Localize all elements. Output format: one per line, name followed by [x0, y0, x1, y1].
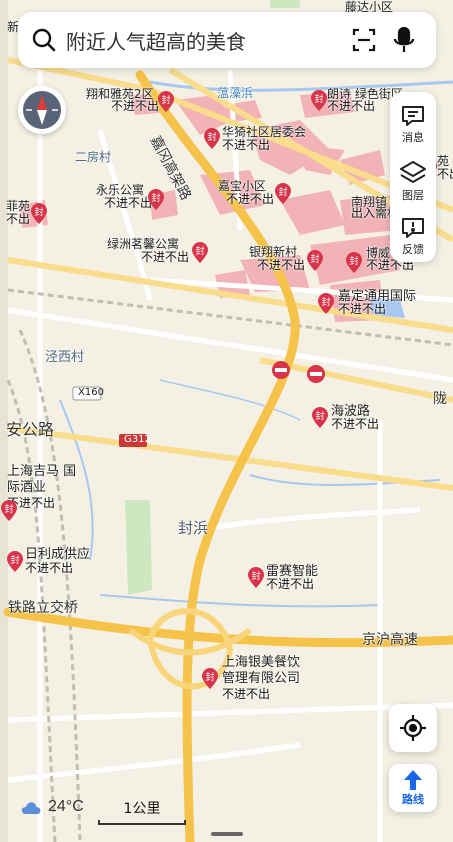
poi-status: 不进不出	[338, 302, 387, 316]
lockdown-pin-icon[interactable]: 封	[30, 203, 48, 225]
layers-button[interactable]: 图层	[390, 152, 436, 204]
message-icon	[402, 106, 424, 126]
lockdown-pin-icon[interactable]: 封	[345, 252, 363, 274]
water-label-yuanzaobang: 蕰藻浜	[217, 86, 254, 100]
poi-status: 不进不出	[222, 138, 271, 152]
poi-status: 不出	[437, 167, 453, 181]
poi-status: 不进不出	[331, 417, 380, 431]
svg-text:封: 封	[310, 253, 319, 265]
svg-text:封: 封	[10, 554, 19, 566]
svg-text:封: 封	[349, 255, 358, 267]
svg-text:封: 封	[34, 206, 43, 218]
svg-text:封: 封	[278, 186, 287, 198]
locate-button[interactable]	[389, 704, 437, 752]
scan-icon[interactable]	[344, 20, 384, 60]
lockdown-pin-icon[interactable]: 封	[147, 189, 165, 211]
poi-label[interactable]: 日利成供应	[25, 547, 90, 562]
lockdown-pin-icon[interactable]: 封	[317, 293, 335, 315]
feedback-button[interactable]: 反馈	[390, 208, 436, 260]
route-arrow-icon	[404, 770, 422, 790]
cloud-icon	[21, 802, 41, 814]
road-shield-g312-label: G312	[124, 434, 151, 445]
road-shield-x160-label: X160	[78, 387, 104, 398]
poi-label[interactable]: 上海吉马 国际酒业	[7, 464, 77, 496]
svg-text:封: 封	[314, 93, 323, 105]
layers-icon	[400, 161, 426, 183]
svg-text:封: 封	[161, 94, 170, 106]
compass-button[interactable]	[18, 86, 66, 134]
layers-label: 图层	[402, 189, 424, 202]
svg-text:封: 封	[151, 192, 160, 204]
svg-text:封: 封	[205, 671, 214, 683]
green-area	[125, 500, 152, 595]
place-label-erfang: 二房村	[75, 150, 112, 164]
search-input[interactable]: 附近人气超高的美食	[66, 26, 344, 55]
side-panel: 消息 图层 反馈	[390, 92, 436, 262]
locate-icon	[400, 715, 426, 741]
place-label-fengbang: 封浜	[178, 519, 209, 537]
poi-status: 不进不出	[111, 99, 160, 113]
lockdown-pin-icon[interactable]: 封	[201, 668, 219, 690]
lockdown-pin-icon[interactable]: 封	[311, 407, 329, 429]
green-area	[270, 0, 300, 8]
road-label-an: 安公路	[6, 420, 55, 439]
svg-text:封: 封	[321, 296, 330, 308]
poi-status: 不进不出	[327, 99, 376, 113]
messages-button[interactable]: 消息	[390, 96, 436, 148]
no-entry-icon	[307, 365, 325, 383]
poi-status: 不进不出	[266, 577, 315, 591]
temperature: 24°C	[48, 798, 84, 815]
svg-text:封: 封	[4, 503, 13, 515]
poi-status: 不进不出	[104, 196, 153, 210]
svg-text:封: 封	[207, 131, 216, 143]
poi-status: 不进不出	[226, 192, 275, 206]
poi-status: 不进不出	[141, 250, 190, 264]
lockdown-pin-icon[interactable]: 封	[0, 500, 18, 522]
lockdown-pin-icon[interactable]: 封	[274, 183, 292, 205]
road-label-jinghu: 京沪高速	[362, 632, 418, 648]
svg-text:封: 封	[195, 245, 204, 257]
no-entry-icon	[272, 361, 290, 379]
weather-widget[interactable]: 24°C	[20, 798, 84, 816]
map-scale: 1公里	[98, 798, 186, 825]
feedback-icon	[402, 218, 424, 238]
search-bar[interactable]: 附近人气超高的美食	[18, 12, 436, 68]
feedback-label: 反馈	[402, 243, 424, 256]
road-label-long: 陇	[433, 391, 447, 407]
poi-status: 不进不出	[25, 561, 74, 575]
lockdown-pin-icon[interactable]: 封	[191, 242, 209, 264]
lockdown-pin-icon[interactable]: 封	[203, 128, 221, 150]
lockdown-pin-icon[interactable]: 封	[306, 250, 324, 272]
messages-label: 消息	[402, 131, 424, 144]
lockdown-pin-icon[interactable]: 封	[157, 91, 175, 113]
svg-text:封: 封	[251, 570, 260, 582]
lockdown-pin-icon[interactable]: 封	[310, 90, 328, 112]
poi-status: 不出	[6, 212, 31, 226]
poi-status: 不进不出	[257, 258, 306, 272]
route-button[interactable]: 路线	[389, 764, 437, 812]
scale-bar	[98, 820, 186, 825]
place-label-jingxi: 泾西村	[45, 350, 85, 365]
svg-text:封: 封	[315, 410, 324, 422]
microphone-icon[interactable]	[384, 20, 424, 60]
lockdown-pin-icon[interactable]: 封	[247, 567, 265, 589]
road-label-tielu: 铁路立交桥	[8, 600, 78, 616]
search-icon	[30, 26, 58, 54]
compass-icon	[23, 91, 61, 129]
home-indicator[interactable]	[211, 832, 243, 836]
poi-label[interactable]: 上海银美餐饮 管理有限公司	[222, 655, 312, 687]
scale-label: 1公里	[123, 801, 161, 817]
lockdown-pin-icon[interactable]: 封	[6, 551, 24, 573]
poi-status: 不进不出	[222, 687, 271, 701]
route-label: 路线	[402, 793, 424, 806]
